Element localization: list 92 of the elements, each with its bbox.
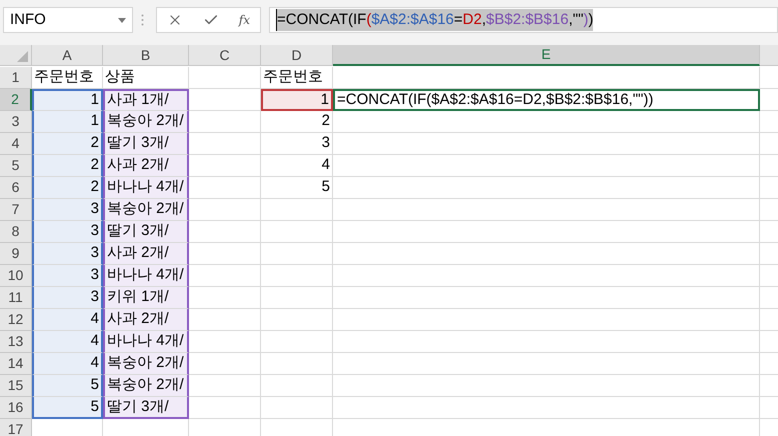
row-header[interactable]: 17 — [0, 419, 32, 436]
table-cell — [189, 111, 261, 133]
row-header[interactable]: 16 — [0, 397, 32, 419]
row-header[interactable]: 1 — [0, 67, 32, 89]
column-header[interactable]: D — [261, 45, 333, 66]
column-header[interactable]: A — [32, 45, 103, 66]
table-cell — [261, 287, 333, 309]
row-header[interactable]: 15 — [0, 375, 32, 397]
row-header[interactable]: 7 — [0, 199, 32, 221]
table-cell — [261, 265, 333, 287]
table-cell: 1 — [261, 89, 333, 111]
row-header[interactable]: 4 — [0, 133, 32, 155]
table-cell — [189, 221, 261, 243]
table-cell: 바나나 4개/ — [103, 177, 189, 199]
row-header[interactable]: 9 — [0, 243, 32, 265]
table-cell: 3 — [261, 133, 333, 155]
row-header[interactable]: 12 — [0, 309, 32, 331]
table-cell — [261, 397, 333, 419]
name-box[interactable]: INFO — [3, 7, 133, 33]
table-cell — [189, 309, 261, 331]
table-cell — [189, 265, 261, 287]
table-cell: 복숭아 2개/ — [103, 111, 189, 133]
row-header[interactable]: 11 — [0, 287, 32, 309]
table-cell: 사과 2개/ — [103, 243, 189, 265]
row-header[interactable]: 6 — [0, 177, 32, 199]
table-cell: 복숭아 2개/ — [103, 353, 189, 375]
table-cell: 바나나 4개/ — [103, 331, 189, 353]
table-cell: 4 — [32, 309, 103, 331]
table-cell: 주문번호 — [261, 67, 333, 89]
table-cell — [189, 89, 261, 111]
table-cell: 1 — [32, 111, 103, 133]
table-cell — [189, 287, 261, 309]
caret-icon — [118, 18, 126, 22]
table-cell — [261, 353, 333, 375]
row-header[interactable]: 13 — [0, 331, 32, 353]
table-cell: 3 — [32, 221, 103, 243]
row-header[interactable]: 2 — [0, 89, 32, 111]
table-cell: 3 — [32, 199, 103, 221]
active-cell[interactable]: =CONCAT(IF($A$2:$A$16=D2,$B$2:$B$16,"")) — [333, 89, 760, 111]
table-cell — [261, 331, 333, 353]
table-cell: 딸기 3개/ — [103, 397, 189, 419]
table-cell — [189, 243, 261, 265]
formula-bar[interactable]: =CONCAT(IF($A$2:$A$16=D2,$B$2:$B$16,"")) — [269, 7, 778, 33]
table-cell: 복숭아 2개/ — [103, 199, 189, 221]
table-cell — [261, 243, 333, 265]
table-cell — [261, 221, 333, 243]
table-cell — [189, 199, 261, 221]
table-cell: 주문번호 — [32, 67, 103, 89]
table-cell — [189, 133, 261, 155]
table-cell: 사과 1개/ — [103, 89, 189, 111]
column-header[interactable]: B — [103, 45, 189, 66]
table-cell: 키위 1개/ — [103, 287, 189, 309]
table-cell: 2 — [261, 111, 333, 133]
table-cell — [189, 155, 261, 177]
table-cell: 3 — [32, 265, 103, 287]
table-cell — [261, 199, 333, 221]
table-cell: 2 — [32, 133, 103, 155]
column-header[interactable]: C — [189, 45, 261, 66]
table-cell: 바나나 4개/ — [103, 265, 189, 287]
row-header[interactable]: 3 — [0, 111, 32, 133]
table-cell: 2 — [32, 177, 103, 199]
row-header[interactable]: 10 — [0, 265, 32, 287]
table-cell — [261, 309, 333, 331]
table-cell: 상품 — [103, 67, 189, 89]
grip-icon — [141, 14, 144, 26]
table-cell — [189, 177, 261, 199]
table-cell — [261, 375, 333, 397]
table-cell: 5 — [32, 397, 103, 419]
table-cell: 딸기 3개/ — [103, 133, 189, 155]
table-cell: 복숭아 2개/ — [103, 375, 189, 397]
table-cell — [189, 331, 261, 353]
column-header[interactable]: E — [333, 45, 760, 66]
table-cell — [189, 397, 261, 419]
table-cell: 사과 2개/ — [103, 155, 189, 177]
row-header[interactable]: 8 — [0, 221, 32, 243]
table-cell: 3 — [32, 243, 103, 265]
table-cell — [189, 67, 261, 89]
table-cell: 4 — [261, 155, 333, 177]
table-cell: 3 — [32, 287, 103, 309]
table-cell: 1 — [32, 89, 103, 111]
table-cell: 5 — [32, 375, 103, 397]
table-cell: 2 — [32, 155, 103, 177]
row-header[interactable]: 5 — [0, 155, 32, 177]
table-cell: 딸기 3개/ — [103, 221, 189, 243]
table-cell: 사과 2개/ — [103, 309, 189, 331]
function-button[interactable]: fx — [238, 11, 250, 29]
table-cell: 4 — [32, 353, 103, 375]
table-cell — [189, 353, 261, 375]
table-cell: 5 — [261, 177, 333, 199]
table-cell — [189, 375, 261, 397]
row-header[interactable]: 14 — [0, 353, 32, 375]
table-cell: 4 — [32, 331, 103, 353]
